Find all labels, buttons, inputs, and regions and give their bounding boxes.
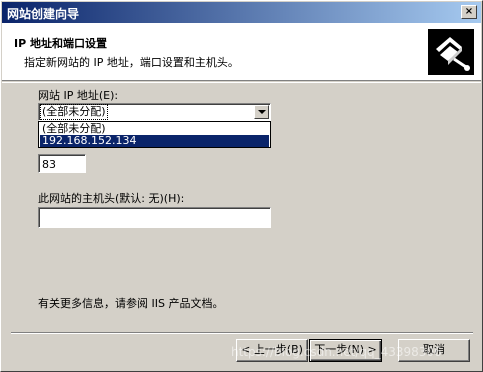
watermark: https://blog.csdn.net/qq_43398306: [231, 345, 442, 359]
ip-address-dropdown-list: (全部未分配) 192.168.152.134: [38, 121, 271, 148]
ip-address-selected: (全部未分配): [40, 104, 108, 120]
ip-address-label: 网站 IP 地址(E):: [38, 89, 119, 102]
wizard-header: IP 地址和端口设置 指定新网站的 IP 地址，端口设置和主机头。: [2, 23, 481, 81]
ip-address-combo[interactable]: (全部未分配): [38, 103, 271, 121]
window-title: 网站创建向导: [7, 7, 80, 21]
separator: [11, 332, 473, 334]
wizard-window: 网站创建向导 × IP 地址和端口设置 指定新网站的 IP 地址，端口设置和主机…: [0, 0, 483, 372]
info-text: 有关更多信息，请参阅 IIS 产品文档。: [38, 297, 224, 310]
ip-option-192-168-152-134[interactable]: 192.168.152.134: [40, 135, 269, 147]
close-button[interactable]: ×: [461, 5, 477, 19]
host-header-label: 此网站的主机头(默认: 无)(H):: [38, 192, 185, 205]
title-bar: 网站创建向导 ×: [2, 2, 481, 23]
host-header-field[interactable]: [38, 207, 271, 228]
tcp-port-value: 83: [42, 158, 56, 171]
tcp-port-field[interactable]: 83: [38, 154, 86, 173]
header-title: IP 地址和端口设置: [14, 37, 107, 50]
chevron-down-icon[interactable]: [254, 105, 269, 119]
wizard-book-icon: [428, 29, 474, 75]
header-subtitle: 指定新网站的 IP 地址，端口设置和主机头。: [24, 56, 239, 69]
